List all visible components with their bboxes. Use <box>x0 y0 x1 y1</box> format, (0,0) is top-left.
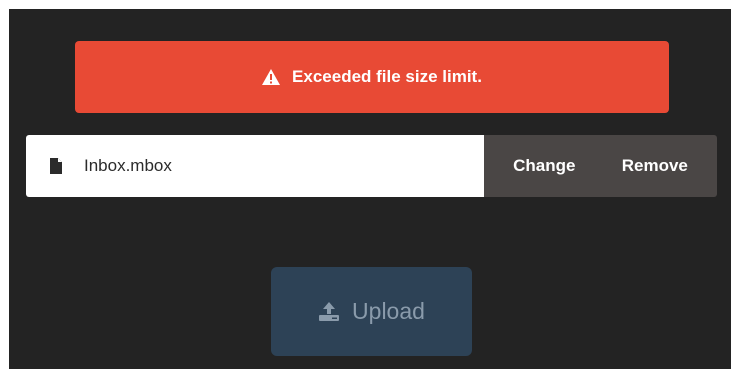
change-button[interactable]: Change <box>513 156 575 176</box>
error-alert: Exceeded file size limit. <box>75 41 669 113</box>
selected-file-row: Inbox.mbox Change Remove <box>26 135 717 197</box>
warning-triangle-icon <box>262 69 281 85</box>
upload-icon <box>318 301 340 322</box>
upload-label: Upload <box>352 298 425 324</box>
remove-button[interactable]: Remove <box>622 156 688 176</box>
upload-panel: Exceeded file size limit. Inbox.mbox Cha… <box>9 9 731 369</box>
file-actions: Change Remove <box>484 135 717 197</box>
file-name-field: Inbox.mbox <box>26 135 484 197</box>
upload-button[interactable]: Upload <box>271 267 472 356</box>
error-message: Exceeded file size limit. <box>292 67 482 86</box>
file-name: Inbox.mbox <box>84 156 172 175</box>
file-icon <box>50 158 62 174</box>
